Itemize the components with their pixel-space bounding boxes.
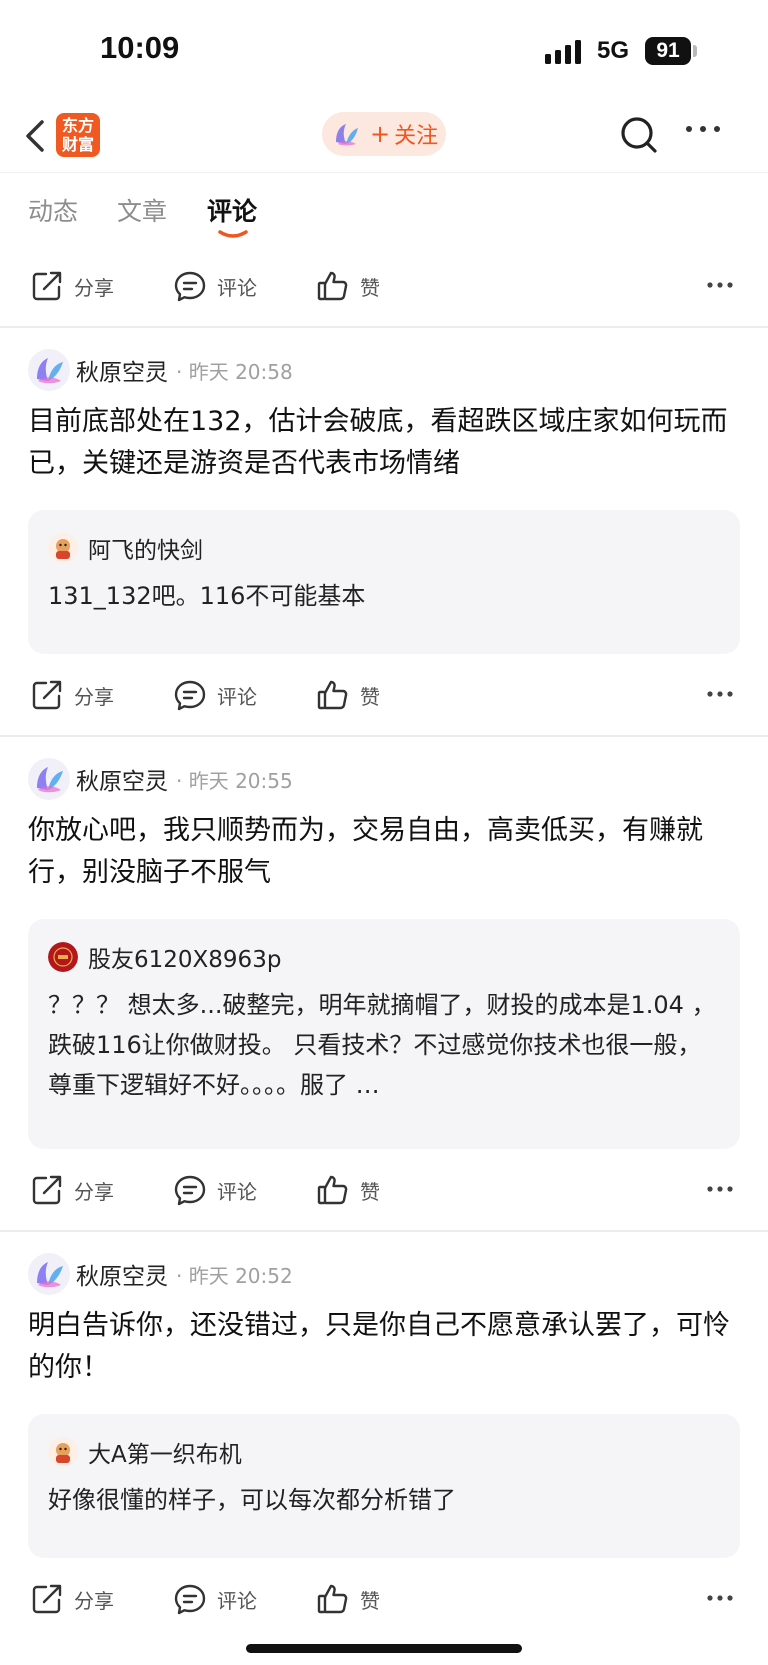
like-button[interactable]: 赞 bbox=[316, 1160, 380, 1220]
post-text: 明白告诉你，还没错过，只是你自己不愿意承认罢了，可怜的你！ bbox=[28, 1310, 730, 1383]
share-icon bbox=[32, 271, 62, 301]
avatar[interactable] bbox=[28, 758, 70, 800]
quote-avatar bbox=[48, 533, 78, 563]
comment-button[interactable]: 评论 bbox=[173, 256, 257, 316]
thumbs-up-icon bbox=[317, 680, 348, 710]
share-icon bbox=[32, 1584, 62, 1614]
app-logo: 东方 财富 bbox=[56, 113, 100, 157]
status-time: 10:09 bbox=[100, 30, 180, 65]
home-indicator[interactable] bbox=[246, 1644, 522, 1653]
post-author[interactable]: 秋原空灵 bbox=[76, 1257, 168, 1291]
share-button[interactable]: 分享 bbox=[30, 665, 114, 725]
post-action-row: 分享 评论 赞 bbox=[0, 1569, 768, 1629]
signal-icon bbox=[545, 40, 581, 64]
post-header: 秋原空灵 · 昨天 20:52 bbox=[28, 1253, 293, 1295]
quoted-comment[interactable]: 大A第一织布机 好像很懂的样子，可以每次都分析错了 bbox=[28, 1414, 740, 1558]
comment-icon bbox=[174, 680, 206, 711]
quote-text: 好像很懂的样子，可以每次都分析错了 bbox=[48, 1486, 456, 1514]
more-options-icon[interactable] bbox=[683, 123, 723, 135]
thumbs-up-icon bbox=[317, 1175, 348, 1205]
post-author[interactable]: 秋原空灵 bbox=[76, 353, 168, 387]
network-type: 5G bbox=[597, 37, 630, 64]
post-time: · 昨天 20:55 bbox=[176, 768, 293, 793]
quote-header: 股友6120X8963p bbox=[48, 941, 720, 973]
comment-button[interactable]: 评论 bbox=[173, 1160, 257, 1220]
follow-plus: + bbox=[370, 120, 391, 148]
battery-tip bbox=[693, 45, 697, 57]
quote-avatar bbox=[48, 1437, 78, 1467]
avatar[interactable] bbox=[28, 1253, 70, 1295]
comment-button[interactable]: 评论 bbox=[173, 665, 257, 725]
comment-icon bbox=[174, 1584, 206, 1615]
post-time: · 昨天 20:58 bbox=[176, 359, 293, 384]
search-icon[interactable] bbox=[618, 114, 660, 156]
post-divider bbox=[0, 326, 768, 328]
like-button[interactable]: 赞 bbox=[316, 256, 380, 316]
post-author[interactable]: 秋原空灵 bbox=[76, 762, 168, 796]
comment-icon bbox=[174, 271, 206, 302]
post-more-icon[interactable] bbox=[706, 1593, 734, 1603]
post-action-row: 分享 评论 赞 bbox=[0, 665, 768, 725]
status-bar: 10:09 5G 91 bbox=[0, 0, 768, 100]
quote-user[interactable]: 大A第一织布机 bbox=[88, 1435, 242, 1469]
quote-text: 131_132吧。116不可能基本 bbox=[48, 582, 366, 610]
comment-button[interactable]: 评论 bbox=[173, 1569, 257, 1629]
profile-tabs: 动态 文章 评论 bbox=[0, 180, 768, 250]
post-time: · 昨天 20:52 bbox=[176, 1263, 293, 1288]
nav-divider bbox=[0, 172, 768, 173]
comment-icon bbox=[174, 1175, 206, 1206]
quote-user[interactable]: 股友6120X8963p bbox=[88, 940, 281, 974]
quoted-comment[interactable]: 阿飞的快剑 131_132吧。116不可能基本 bbox=[28, 510, 740, 654]
thumbs-up-icon bbox=[317, 1584, 348, 1614]
quote-header: 大A第一织布机 bbox=[48, 1436, 720, 1468]
post-divider bbox=[0, 735, 768, 737]
quote-text: ？？？ 想太多...破整完，明年就摘帽了，财投的成本是1.04 ，跌破116让你… bbox=[48, 991, 716, 1099]
post-action-row: 分享 评论 赞 bbox=[0, 256, 768, 316]
post-action-row: 分享 评论 赞 bbox=[0, 1160, 768, 1220]
tab-dynamic[interactable]: 动态 bbox=[28, 192, 78, 228]
post-more-icon[interactable] bbox=[706, 280, 734, 290]
tab-comments[interactable]: 评论 bbox=[207, 192, 257, 228]
post-text: 目前底部处在132，估计会破底，看超跌区域庄家如何玩而已，关键还是游资是否代表市… bbox=[28, 406, 728, 479]
like-button[interactable]: 赞 bbox=[316, 665, 380, 725]
battery-indicator: 91 bbox=[645, 37, 691, 65]
share-icon bbox=[32, 680, 62, 710]
avatar[interactable] bbox=[28, 349, 70, 391]
thumbs-up-icon bbox=[317, 271, 348, 301]
post-text: 你放心吧，我只顺势而为，交易自由，高卖低买，有赚就行，别没脑子不服气 bbox=[28, 815, 703, 888]
post-more-icon[interactable] bbox=[706, 689, 734, 699]
share-icon bbox=[32, 1175, 62, 1205]
post-header: 秋原空灵 · 昨天 20:55 bbox=[28, 758, 293, 800]
quote-header: 阿飞的快剑 bbox=[48, 532, 720, 564]
tab-active-indicator bbox=[218, 230, 248, 238]
tab-articles[interactable]: 文章 bbox=[117, 192, 167, 228]
post-more-icon[interactable] bbox=[706, 1184, 734, 1194]
back-arrow-icon[interactable] bbox=[22, 114, 52, 158]
post-divider bbox=[0, 1230, 768, 1232]
user-avatar-icon bbox=[336, 124, 358, 146]
follow-button[interactable]: + 关注 bbox=[322, 112, 446, 156]
quote-avatar bbox=[48, 942, 78, 972]
follow-label: 关注 bbox=[394, 124, 439, 149]
quote-user[interactable]: 阿飞的快剑 bbox=[88, 531, 203, 565]
like-button[interactable]: 赞 bbox=[316, 1569, 380, 1629]
nav-bar: 东方 财富 + 关注 bbox=[0, 100, 768, 172]
share-button[interactable]: 分享 bbox=[30, 1160, 114, 1220]
quoted-comment[interactable]: 股友6120X8963p ？？？ 想太多...破整完，明年就摘帽了，财投的成本是… bbox=[28, 919, 740, 1149]
share-button[interactable]: 分享 bbox=[30, 1569, 114, 1629]
share-button[interactable]: 分享 bbox=[30, 256, 114, 316]
post-header: 秋原空灵 · 昨天 20:58 bbox=[28, 349, 293, 391]
